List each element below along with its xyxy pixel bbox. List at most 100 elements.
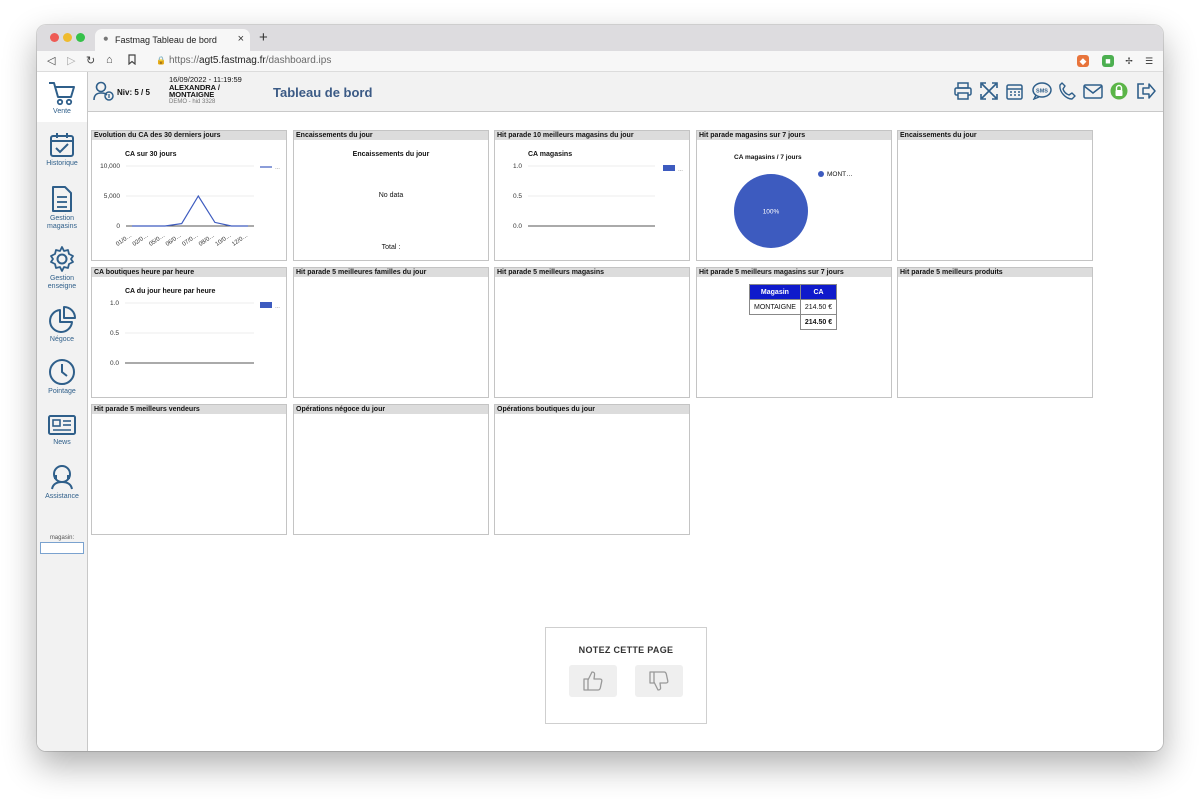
- home-icon[interactable]: ⌂: [106, 54, 113, 66]
- chart-title: CA du jour heure par heure: [125, 288, 215, 295]
- sidebar-item-assistance[interactable]: Assistance: [37, 463, 87, 501]
- logout-icon[interactable]: [1136, 82, 1156, 105]
- forward-icon[interactable]: ▷: [67, 54, 75, 67]
- widget-title: Hit parade 10 meilleurs magasins du jour: [495, 131, 689, 140]
- y-tick-label: 0.5: [110, 330, 119, 337]
- thumbs-down-button[interactable]: [635, 665, 683, 697]
- widget-hit-parade-magasins-7-jours: Hit parade magasins sur 7 jours CA magas…: [696, 130, 892, 261]
- legend-swatch: [818, 171, 824, 177]
- sidebar-item-pointage[interactable]: Pointage: [37, 358, 87, 396]
- sidebar: Vente Historique Gestion magasins Gestio…: [37, 72, 88, 751]
- sidebar-item-label: Négoce: [49, 336, 75, 343]
- legend-label: MONT…: [827, 171, 853, 178]
- legend-swatch: [260, 302, 272, 308]
- close-window-button[interactable]: [50, 33, 59, 42]
- table-total: 214.50 €: [799, 314, 838, 330]
- magasin-label: magasin:: [49, 535, 75, 541]
- newspaper-icon: [48, 415, 76, 435]
- widget-operations-negoce: Opérations négoce du jour: [293, 404, 489, 535]
- address-bar: ◁ ▷ ↻ ⌂ 🔒 https://agt5.fastmag.fr/dashbo…: [37, 51, 1163, 72]
- svg-text:SMS: SMS: [1036, 89, 1048, 95]
- extension-green-icon[interactable]: ■: [1102, 55, 1114, 67]
- sidebar-item-gestion-magasins[interactable]: Gestion magasins: [37, 185, 87, 231]
- back-icon[interactable]: ◁: [47, 54, 55, 67]
- tab-close-icon[interactable]: ×: [238, 33, 244, 45]
- legend-swatch: [663, 165, 675, 171]
- chart-title: CA magasins / 7 jours: [734, 154, 802, 161]
- printer-icon[interactable]: [954, 82, 972, 105]
- chart-ca-magasins: CA magasins … 1.0 0.5 0.0: [513, 151, 683, 230]
- no-data-label: No data: [379, 192, 404, 199]
- rating-box: NOTEZ CETTE PAGE: [545, 627, 707, 724]
- extensions-puzzle-icon[interactable]: ✢: [1123, 55, 1135, 67]
- widget-title: Evolution du CA des 30 derniers jours: [92, 131, 286, 140]
- calendar-icon[interactable]: [1006, 82, 1023, 105]
- widget-title: Opérations boutiques du jour: [495, 405, 689, 414]
- browser-tab[interactable]: ⚫ Fastmag Tableau de bord ×: [95, 29, 250, 51]
- browser-menu-icon[interactable]: ☰: [1143, 55, 1155, 67]
- widget-title: Hit parade 5 meilleurs magasins: [495, 268, 689, 277]
- sidebar-item-label: Vente: [53, 108, 71, 115]
- sidebar-item-label: News: [53, 439, 71, 446]
- widget-title: Hit parade 5 meilleurs magasins sur 7 jo…: [697, 268, 891, 277]
- legend-label: …: [275, 165, 280, 171]
- thumbs-up-icon: [583, 671, 603, 691]
- widget-hit-parade-10-magasins: Hit parade 10 meilleurs magasins du jour…: [494, 130, 690, 261]
- sms-icon[interactable]: SMS: [1032, 82, 1052, 105]
- x-tick-label: 06/0…: [165, 233, 183, 248]
- bookmark-icon[interactable]: [128, 54, 136, 68]
- table-cell: MONTAIGNE: [749, 299, 801, 315]
- thumbs-up-button[interactable]: [569, 665, 617, 697]
- legend-label: …: [275, 304, 280, 310]
- gear-icon: [50, 246, 74, 272]
- calendar-check-icon: [50, 133, 74, 157]
- lock-icon[interactable]: [1110, 82, 1128, 105]
- sidebar-item-news[interactable]: News: [37, 413, 87, 447]
- x-tick-label: 05/0…: [148, 233, 166, 248]
- widget-encaissements: Encaissements du jour Encaissements du j…: [293, 130, 489, 261]
- x-tick-label: 02/0…: [132, 233, 150, 248]
- minimize-window-button[interactable]: [63, 33, 72, 42]
- widget-encaissements-2: Encaissements du jour: [897, 130, 1093, 261]
- fullscreen-icon[interactable]: [980, 82, 998, 105]
- chart-title: Encaissements du jour: [353, 151, 430, 158]
- y-tick-label: 0.0: [513, 223, 522, 230]
- widget-title: Hit parade 5 meilleures familles du jour: [294, 268, 488, 277]
- cart-icon: [49, 82, 75, 106]
- headset-icon: [51, 465, 73, 490]
- page-title: Tableau de bord: [273, 85, 373, 100]
- url-field[interactable]: https://agt5.fastmag.fr/dashboard.ips: [169, 55, 331, 66]
- sidebar-item-historique[interactable]: Historique: [37, 132, 87, 168]
- table-row: MONTAIGNE 214.50 €: [749, 299, 838, 315]
- widget-hit-parade-5-magasins: Hit parade 5 meilleurs magasins: [494, 267, 690, 398]
- mail-icon[interactable]: [1083, 82, 1103, 105]
- sidebar-item-gestion-enseigne[interactable]: Gestion enseigne: [37, 245, 87, 291]
- maximize-window-button[interactable]: [76, 33, 85, 42]
- sidebar-item-label: Pointage: [48, 388, 76, 395]
- user-level: Niv: 5 / 5: [117, 88, 150, 97]
- y-tick-label: 1.0: [110, 300, 119, 307]
- new-tab-icon[interactable]: +: [259, 29, 268, 46]
- sidebar-item-vente[interactable]: Vente: [37, 72, 87, 122]
- widget-title: Hit parade 5 meilleurs produits: [898, 268, 1092, 277]
- magasin-input[interactable]: [40, 542, 84, 554]
- reload-icon[interactable]: ↻: [86, 54, 95, 67]
- clock-icon: [49, 359, 75, 385]
- table-empty-cell: [750, 315, 801, 330]
- widget-hit-parade-5-magasins-7-jours: Hit parade 5 meilleurs magasins sur 7 jo…: [696, 267, 892, 398]
- rating-title: NOTEZ CETTE PAGE: [578, 645, 674, 655]
- tab-title: Fastmag Tableau de bord: [115, 35, 217, 45]
- widget-ca-boutiques-heure: CA boutiques heure par heure CA du jour …: [91, 267, 287, 398]
- dashboard-content: Evolution du CA des 30 derniers jours CA…: [88, 112, 1163, 751]
- widget-title: Encaissements du jour: [898, 131, 1092, 140]
- sidebar-item-label: Gestion magasins: [47, 215, 77, 230]
- brave-shield-icon[interactable]: ◆: [1077, 55, 1089, 67]
- pie-slice-label: 100%: [763, 209, 780, 216]
- sidebar-item-label: Gestion enseigne: [47, 275, 77, 290]
- session-store: MONTAIGNE: [169, 90, 215, 99]
- document-icon: [52, 186, 72, 212]
- phone-icon[interactable]: [1059, 82, 1076, 105]
- sidebar-item-negoce[interactable]: Négoce: [37, 306, 87, 344]
- sidebar-item-label: Historique: [46, 160, 78, 167]
- pie-chart-icon: [49, 306, 76, 333]
